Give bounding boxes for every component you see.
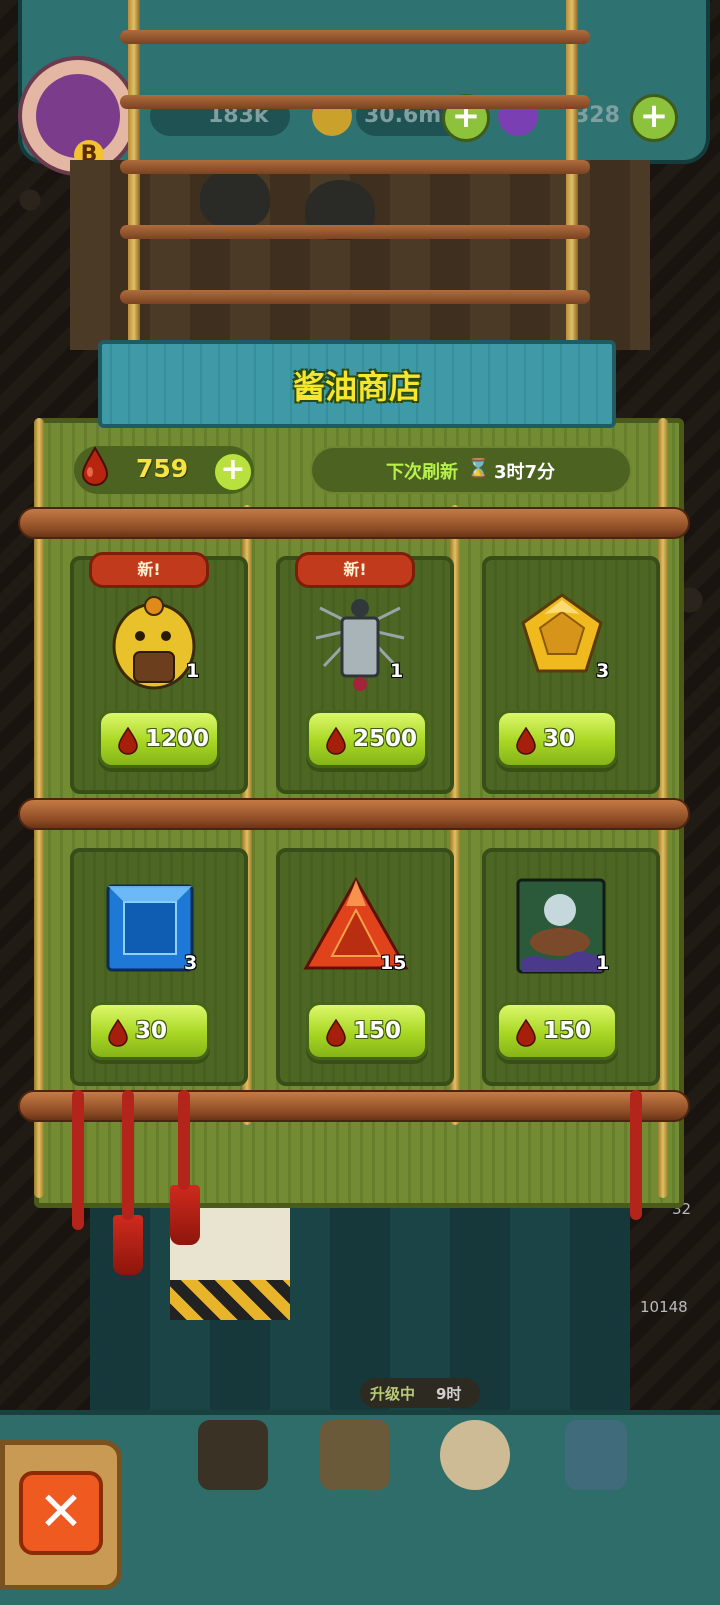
item-quantity: 1 xyxy=(596,952,610,974)
ladder-rung xyxy=(120,160,590,174)
shop-item-slot[interactable]: 3 30 xyxy=(482,556,660,794)
wooden-shelf-bar xyxy=(18,1090,690,1122)
blue-square-gem-icon xyxy=(106,884,194,972)
upgrade-label: 升级中 xyxy=(370,1385,416,1403)
currency-amount: 759 xyxy=(136,454,189,483)
wooden-shelf-bar xyxy=(18,798,690,830)
wooden-shelf-bar xyxy=(18,507,690,539)
upgrade-status: 升级中 9时 xyxy=(360,1378,480,1408)
hazard-stripes xyxy=(170,1280,290,1320)
item-quantity: 1 xyxy=(186,660,200,682)
buy-button[interactable]: 1200 xyxy=(98,710,220,768)
grid-menu-icon[interactable] xyxy=(565,1420,627,1490)
soy-sauce-drop-icon xyxy=(108,1019,128,1047)
ladder-rung xyxy=(120,30,590,44)
add-currency-button[interactable]: + xyxy=(212,451,254,493)
shop-item-slot[interactable]: 3 30 xyxy=(70,848,248,1086)
soy-sauce-drop-icon xyxy=(326,727,346,755)
buy-button[interactable]: 2500 xyxy=(306,710,428,768)
soy-sauce-drop-icon xyxy=(516,1019,536,1047)
soy-sauce-drop-icon xyxy=(516,727,536,755)
item-quantity: 3 xyxy=(596,660,610,682)
creature-silhouette-icon xyxy=(200,168,270,228)
new-badge: 新! xyxy=(295,552,415,588)
red-tassel xyxy=(170,1185,200,1245)
item-quantity: 15 xyxy=(380,952,407,974)
item-price: 30 xyxy=(135,1018,168,1044)
red-tassel xyxy=(178,1090,190,1190)
item-price: 2500 xyxy=(353,726,418,752)
item-price: 150 xyxy=(543,1018,592,1044)
red-tassel xyxy=(113,1215,143,1275)
horseshoe-icon[interactable] xyxy=(640,1224,720,1244)
hourglass-icon: ⌛ xyxy=(467,458,490,479)
book-menu-icon[interactable] xyxy=(320,1420,390,1490)
item-price: 1200 xyxy=(145,726,210,752)
coin-bag-icon[interactable] xyxy=(440,1420,510,1490)
ladder-rung xyxy=(120,290,590,304)
shop-item-slot[interactable]: 15 150 xyxy=(276,848,454,1086)
buy-button[interactable]: 150 xyxy=(306,1002,428,1060)
item-quantity: 3 xyxy=(184,952,198,974)
red-tassel xyxy=(122,1090,134,1220)
ladder-rung xyxy=(120,95,590,109)
item-quantity: 1 xyxy=(390,660,404,682)
item-price: 30 xyxy=(543,726,576,752)
buy-button[interactable]: 30 xyxy=(496,710,618,768)
buy-button[interactable]: 150 xyxy=(496,1002,618,1060)
red-tassel xyxy=(630,1090,642,1220)
item-price: 150 xyxy=(353,1018,402,1044)
soy-sauce-drop-icon xyxy=(81,446,109,486)
player-avatar[interactable]: B xyxy=(18,56,138,176)
refresh-label: 下次刷新 xyxy=(386,462,458,483)
shop-item-slot[interactable]: 新! 1 2500 xyxy=(276,552,454,794)
buy-button[interactable]: 30 xyxy=(88,1002,210,1060)
gold-pentagon-gem-icon xyxy=(521,593,603,673)
red-tassel xyxy=(72,1090,84,1230)
shop-title-banner: 酱油商店 xyxy=(98,340,616,428)
monster-menu-icon[interactable] xyxy=(198,1420,268,1490)
soy-sauce-drop-icon xyxy=(326,1019,346,1047)
shop-item-slot[interactable]: 新! 1 1200 xyxy=(70,552,248,794)
new-badge: 新! xyxy=(89,552,209,588)
add-gem-button[interactable]: + xyxy=(630,94,678,142)
close-panel: ✕ xyxy=(0,1440,122,1590)
soy-sauce-drop-icon xyxy=(118,727,138,755)
shop-title: 酱油商店 xyxy=(292,368,421,406)
close-button[interactable]: ✕ xyxy=(19,1471,103,1555)
shop-item-slot[interactable]: 1 150 xyxy=(482,848,660,1086)
upgrade-time: 9时 xyxy=(436,1385,462,1403)
refresh-time: 3时7分 xyxy=(494,462,556,483)
side-counter: 10148 xyxy=(640,1298,688,1316)
ladder-rung xyxy=(120,225,590,239)
